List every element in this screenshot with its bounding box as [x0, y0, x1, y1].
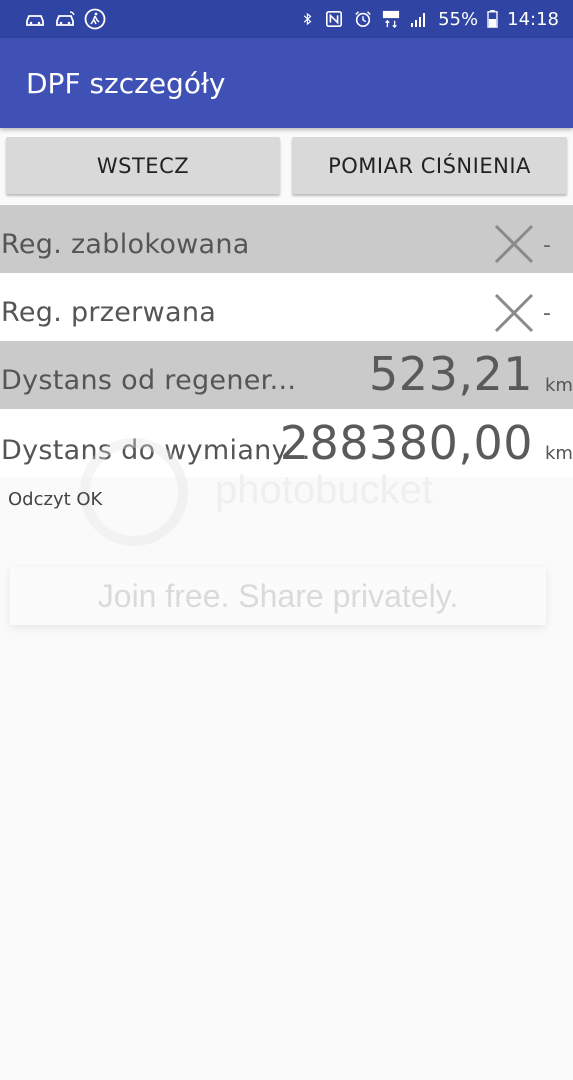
alarm-icon: [355, 11, 371, 28]
walking-icon: [84, 8, 106, 30]
row-label: Reg. przerwana: [1, 297, 217, 328]
nfc-icon: [326, 10, 343, 28]
list-item-distance-since-regeneration: Dystans od regener... 523,21 km: [0, 341, 573, 409]
bluetooth-icon: [303, 12, 312, 26]
back-button[interactable]: WSTECZ: [6, 137, 280, 194]
row-label: Dystans od regener...: [1, 365, 297, 396]
row-value: -: [543, 301, 551, 326]
car-icon: [26, 15, 44, 26]
photobucket-watermark: photobucket: [80, 438, 500, 548]
pressure-measurement-button[interactable]: POMIAR CIŚNIENIA: [292, 137, 567, 194]
watermark-brand: photobucket: [215, 468, 433, 512]
battery-percent: 55%: [438, 8, 479, 30]
status-text: Odczyt OK: [8, 489, 103, 510]
watermark-promo-text: Join free. Share privately.: [97, 577, 459, 614]
list-item-regeneration-interrupted: Reg. przerwana -: [0, 273, 573, 341]
row-value: 523,21: [369, 347, 533, 401]
app-bar: DPF szczegóły: [0, 38, 573, 128]
row-value: -: [543, 233, 551, 258]
row-unit: km: [545, 375, 573, 396]
lte-icon: [383, 10, 400, 28]
status-bar: 55% 14:18: [0, 0, 573, 38]
watermark-promo-banner: Join free. Share privately.: [10, 567, 546, 625]
signal-icon: [411, 13, 426, 27]
row-unit: km: [545, 443, 573, 464]
close-icon: [494, 224, 534, 264]
close-icon: [494, 293, 534, 333]
row-label: Reg. zablokowana: [1, 229, 250, 260]
clock: 14:18: [507, 8, 559, 30]
car-icon: [56, 11, 75, 26]
page-title: DPF szczegóły: [26, 66, 226, 100]
list-item-regeneration-blocked: Reg. zablokowana -: [0, 205, 573, 273]
battery-icon: [487, 10, 498, 28]
